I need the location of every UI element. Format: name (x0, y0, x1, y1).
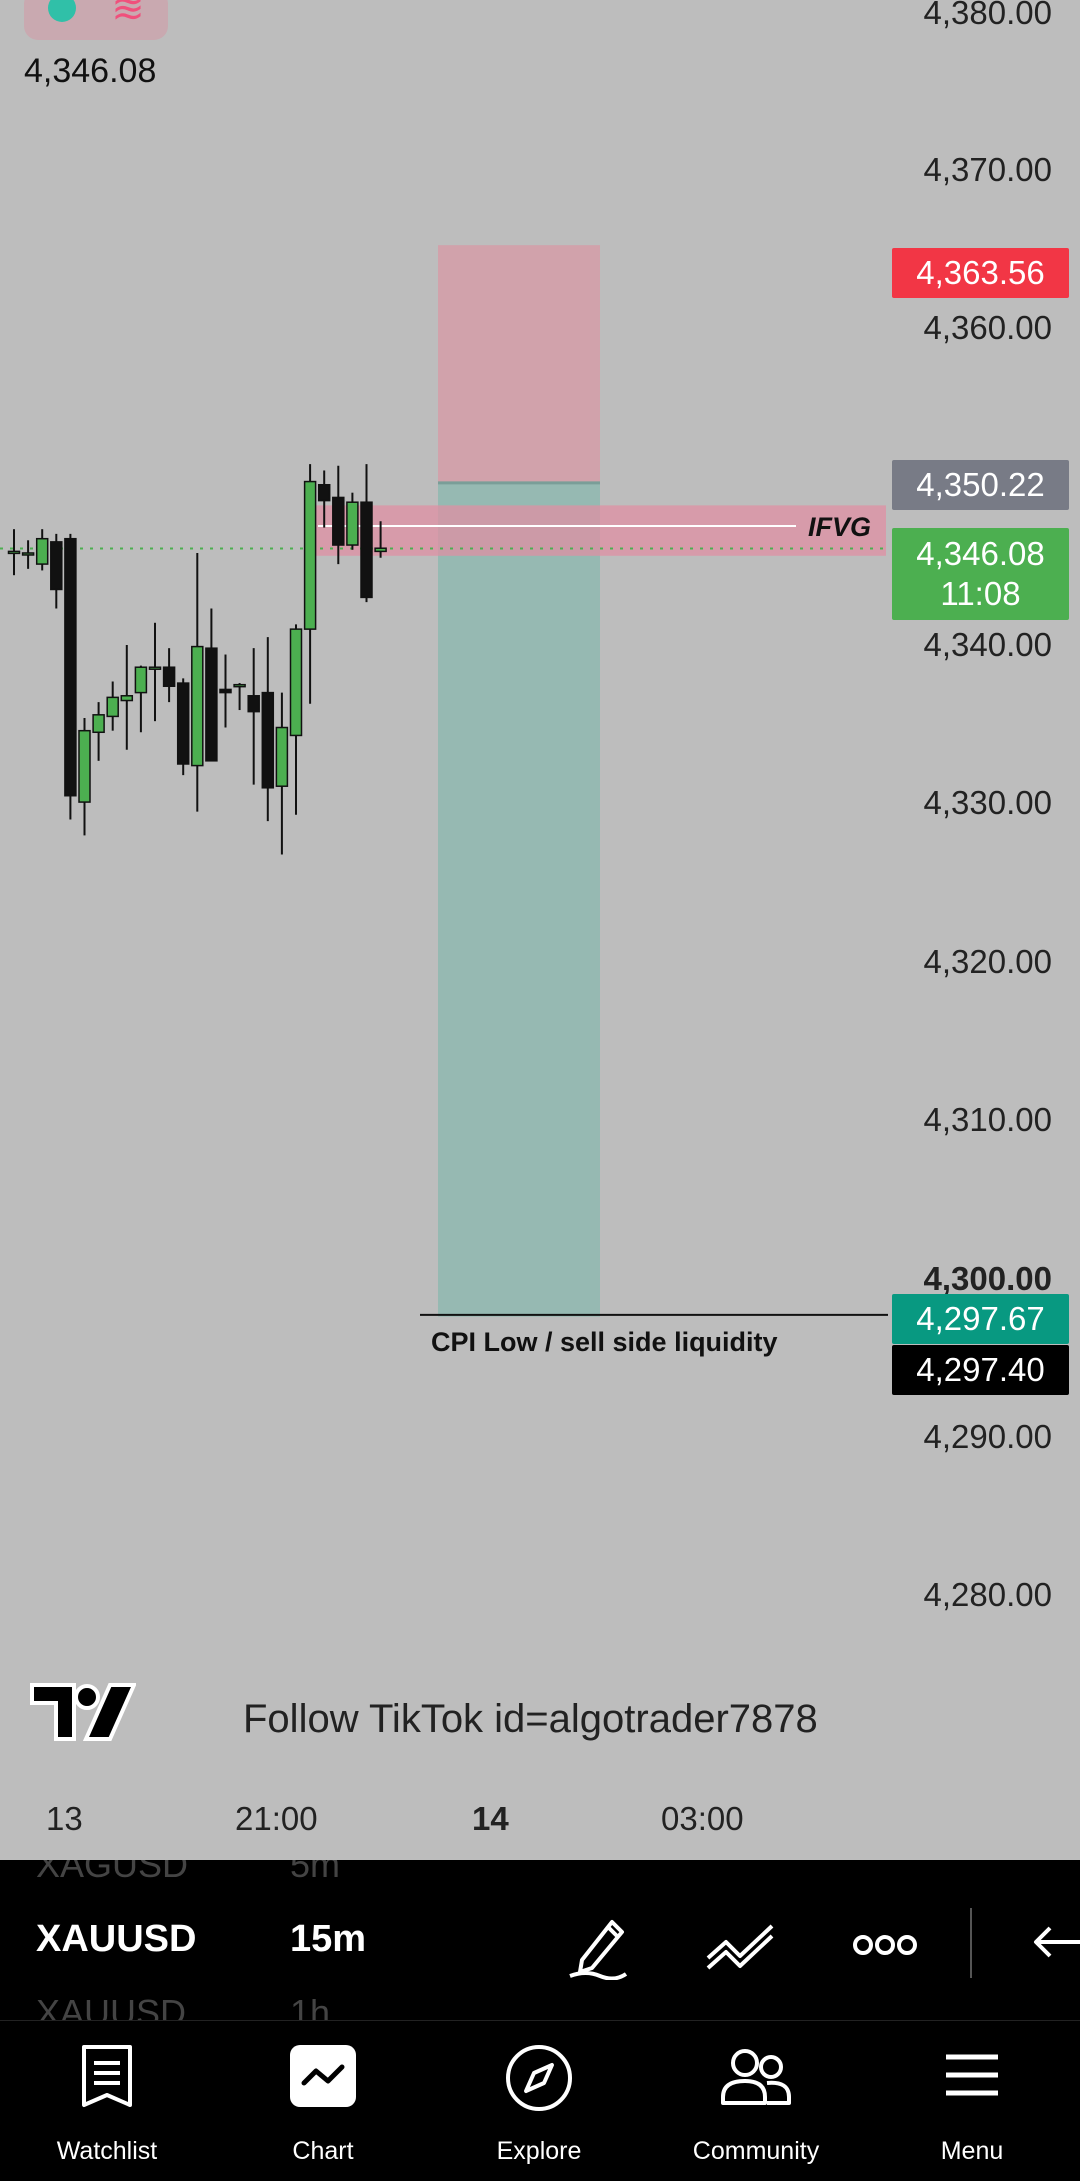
candle-body (7, 550, 21, 555)
price-axis-label: 4,370.00 (923, 151, 1052, 188)
time-axis-label: 14 (472, 1800, 509, 1837)
candle-body (148, 666, 162, 670)
status-dot-icon (48, 0, 76, 22)
price-axis-label: 4,360.00 (923, 309, 1052, 346)
candle-body (360, 501, 373, 599)
price-axis-label: 4,280.00 (923, 1576, 1052, 1613)
price-axis-label: 4,310.00 (923, 1101, 1052, 1138)
nav-chart-label: Chart (292, 2137, 354, 2165)
last-price-tag[interactable]: 4,346.08 11:08 (892, 528, 1069, 620)
price-axis-label: 4,320.00 (923, 943, 1052, 980)
symbol-selector[interactable]: XAUUSD (36, 1918, 196, 1961)
watermark-text: Follow TikTok id=algotrader7878 (243, 1697, 818, 1741)
position-stop-zone[interactable] (438, 245, 600, 483)
chart-icon (290, 2045, 356, 2107)
liquidity-label: CPI Low / sell side liquidity (431, 1327, 778, 1357)
candle-body (317, 483, 331, 502)
bar-countdown: 11:08 (940, 575, 1021, 612)
candle-body (191, 645, 204, 767)
candle-body (374, 547, 387, 553)
candle-body (233, 683, 246, 688)
time-axis-label: 13 (46, 1800, 83, 1837)
candle-body (78, 729, 91, 803)
undo-icon[interactable] (1030, 1922, 1080, 1966)
nav-watchlist[interactable]: Watchlist (7, 2021, 207, 2181)
tradingview-logo-icon (30, 1683, 136, 1741)
nav-explore-label: Explore (496, 2137, 582, 2165)
symbol-toolbar: XAGUSD 5m XAUUSD 15m XAUUSD 1h (0, 1860, 1080, 2020)
watchlist-icon (82, 2045, 132, 2107)
price-axis-label: 4,380.00 (923, 0, 1052, 31)
candle-body (64, 537, 77, 797)
candle-body (275, 726, 289, 787)
nav-chart[interactable]: Chart (223, 2021, 423, 2181)
wave-icon: ≋ (111, 0, 145, 32)
candle-body (162, 666, 176, 688)
nav-menu[interactable]: Menu (872, 2021, 1072, 2181)
price-axis-label: 4,330.00 (923, 784, 1052, 821)
chart-area[interactable]: IFVG CPI Low / sell side liquidity ≋ 4,3… (0, 0, 1080, 1860)
liquidity-price-tag[interactable]: 4,297.40 (892, 1345, 1069, 1395)
trend-lines-icon[interactable] (704, 1918, 778, 1974)
nav-menu-label: Menu (940, 2137, 1004, 2165)
candle-body (92, 714, 105, 734)
time-axis-label: 21:00 (235, 1800, 318, 1837)
nav-watchlist-label: Watchlist (56, 2137, 158, 2165)
nav-community[interactable]: Community (656, 2021, 856, 2181)
candle-body (332, 496, 345, 546)
candle-body (261, 691, 275, 789)
interval-selector[interactable]: 15m (290, 1918, 366, 1961)
symbol-prev[interactable]: XAGUSD (36, 1860, 188, 1886)
price-axis-label: 4,300.00 (923, 1260, 1052, 1297)
nav-community-label: Community (692, 2137, 820, 2165)
candle-body (120, 695, 134, 702)
legend-indicator-pill[interactable]: ≋ (24, 0, 168, 40)
bottom-navigation: Watchlist Chart Explore Community Menu (0, 2020, 1080, 2181)
entry-price-tag[interactable]: 4,350.22 (892, 460, 1069, 510)
candle-body (50, 541, 63, 591)
price-axis-label: 4,340.00 (923, 626, 1052, 663)
target-price-tag[interactable]: 4,297.67 (892, 1294, 1069, 1344)
candle-body (35, 537, 49, 565)
community-icon (721, 2049, 791, 2105)
symbol-next[interactable]: XAUUSD (36, 1992, 186, 2020)
candle-body (205, 647, 218, 762)
last-price-value: 4,346.08 (916, 535, 1045, 572)
price-axis-label: 4,290.00 (923, 1418, 1052, 1455)
candle-body (176, 682, 190, 765)
ifvg-label: IFVG (808, 512, 871, 542)
candle-body (134, 666, 148, 694)
legend-last-price: 4,346.08 (24, 52, 157, 90)
candle-body (21, 552, 35, 556)
toolbar-divider (970, 1908, 972, 1978)
candle-body (346, 501, 359, 546)
more-icon[interactable] (852, 1930, 918, 1960)
compass-icon (506, 2045, 572, 2111)
nav-explore[interactable]: Explore (439, 2021, 639, 2181)
pencil-icon[interactable] (566, 1910, 630, 1980)
candle-body (303, 480, 317, 630)
interval-next[interactable]: 1h (290, 1992, 330, 2020)
position-target-zone[interactable] (438, 482, 600, 1317)
menu-icon (946, 2054, 998, 2096)
candle-body (289, 628, 303, 737)
time-axis-label: 03:00 (661, 1800, 744, 1837)
stop-price-tag[interactable]: 4,363.56 (892, 248, 1069, 298)
candle-body (219, 688, 232, 694)
candle-body (106, 696, 119, 718)
interval-prev[interactable]: 5m (290, 1860, 340, 1886)
candle-body (247, 695, 260, 713)
